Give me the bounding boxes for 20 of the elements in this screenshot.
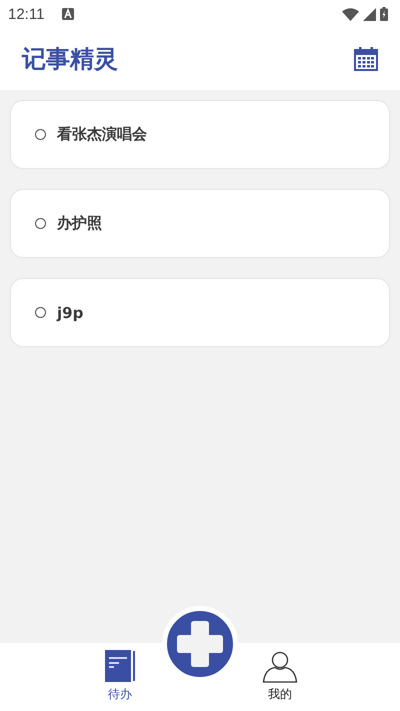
todo-text: 办护照	[57, 214, 102, 233]
keyboard-notification-icon	[62, 8, 74, 20]
status-time: 12:11	[8, 6, 44, 22]
todo-tab[interactable]: 待办	[90, 643, 150, 711]
profile-tab[interactable]: 我的	[250, 643, 310, 711]
app-title: 记事精灵	[22, 44, 118, 75]
notebook-icon	[103, 649, 137, 683]
todo-card[interactable]: 办护照	[11, 190, 389, 257]
signal-icon	[363, 8, 376, 20]
todo-radio[interactable]	[35, 307, 46, 318]
todo-text: j9p	[57, 304, 84, 322]
person-icon	[262, 651, 298, 683]
calendar-icon[interactable]	[354, 47, 378, 71]
todo-card[interactable]: j9p	[11, 279, 389, 346]
todo-radio[interactable]	[35, 218, 46, 229]
wifi-icon	[342, 8, 359, 20]
todo-card[interactable]: 看张杰演唱会	[11, 101, 389, 168]
todo-radio[interactable]	[35, 129, 46, 140]
todo-text: 看张杰演唱会	[57, 125, 147, 144]
battery-icon	[380, 7, 388, 21]
